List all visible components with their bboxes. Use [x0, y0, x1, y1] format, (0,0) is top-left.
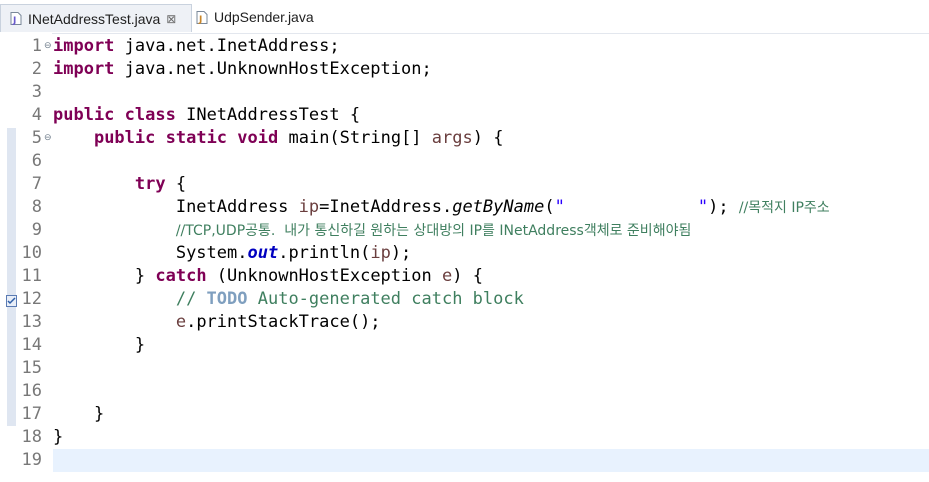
line-number: 15 — [21, 358, 42, 378]
line-number: 13 — [21, 312, 42, 332]
line-number: 8 — [31, 197, 42, 217]
fold-collapse-icon[interactable]: ⊖ — [44, 132, 52, 143]
line-number: 6 — [31, 151, 42, 171]
line-number: 7 — [31, 174, 42, 194]
fold-collapse-icon[interactable]: ⊖ — [44, 40, 52, 51]
tab-inetaddresstest[interactable]: J INetAddressTest.java ⊠ — [0, 4, 192, 32]
line-number: 9 — [31, 220, 42, 240]
line-number: 4 — [31, 105, 42, 125]
line-number: 1 — [31, 36, 42, 56]
code-line-18: } — [53, 427, 64, 447]
tab-udpsender[interactable]: J UdpSender.java — [196, 5, 314, 29]
code-line-5: public static void main(String[] args) { — [93, 128, 504, 148]
code-line-13: e.printStackTrace(); — [175, 312, 381, 332]
line-number: 11 — [21, 266, 42, 286]
line-number: 14 — [21, 335, 42, 355]
code-line-17: } — [93, 404, 105, 424]
java-file-icon: J — [10, 12, 22, 25]
line-number: 16 — [21, 381, 42, 401]
line-number: 12 — [21, 289, 42, 309]
line-number: 10 — [21, 243, 42, 263]
close-icon[interactable]: ⊠ — [166, 12, 176, 26]
svg-text:J: J — [198, 15, 202, 24]
code-line-7: try { — [134, 174, 187, 194]
code-line-10: System.out.println(ip); — [175, 243, 412, 263]
change-ruler — [7, 128, 16, 426]
svg-text:J: J — [12, 16, 16, 25]
code-line-9: //TCP,UDP공통. 내가 통신하길 원하는 상대방의 IP를 INetAd… — [175, 223, 692, 239]
code-line-4: public class INetAddressTest { — [53, 105, 361, 125]
code-line-11: } catch (UnknownHostException e) { — [134, 266, 483, 286]
editor-tab-bar: J INetAddressTest.java ⊠ J UdpSender.jav… — [0, 0, 929, 34]
line-number: 5 — [31, 128, 42, 148]
tab-label: UdpSender.java — [214, 9, 314, 25]
line-number: 18 — [21, 427, 42, 447]
code-line-14: } — [134, 335, 146, 355]
line-number: 2 — [31, 59, 42, 79]
code-line-2: import java.net.UnknownHostException; — [53, 59, 432, 79]
line-number: 17 — [21, 404, 42, 424]
line-number: 19 — [21, 450, 42, 470]
java-file-icon: J — [196, 10, 208, 24]
code-line-1: import java.net.InetAddress; — [53, 36, 340, 56]
current-line-highlight — [53, 449, 929, 472]
code-line-12: // TODO Auto-generated catch block — [175, 289, 524, 309]
code-line-8: InetAddress ip=InetAddress.getByName(" "… — [175, 197, 830, 217]
tab-label: INetAddressTest.java — [28, 10, 161, 27]
task-marker-icon[interactable] — [6, 294, 17, 307]
line-number: 3 — [31, 82, 42, 102]
